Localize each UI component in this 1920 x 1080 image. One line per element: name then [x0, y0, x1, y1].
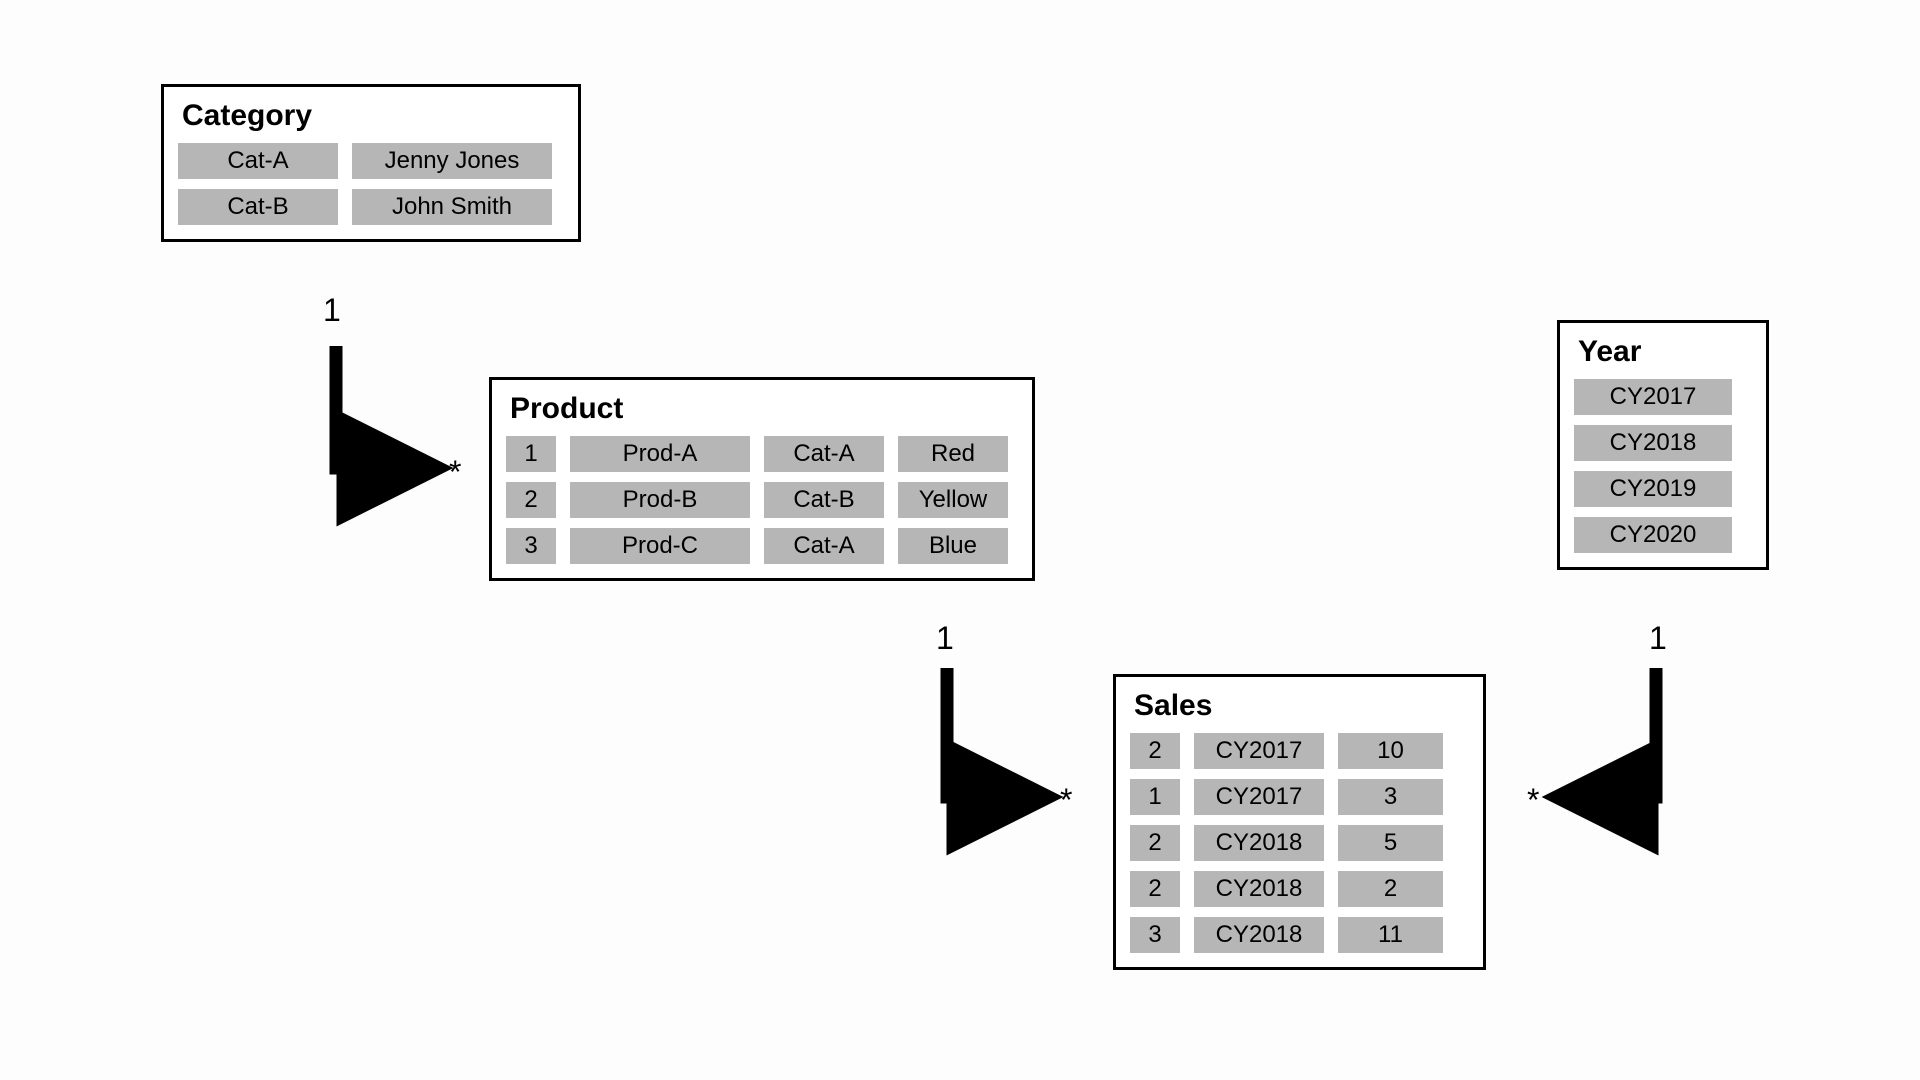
- diagram-canvas: Category Cat-A Jenny Jones Cat-B John Sm…: [0, 0, 1920, 1080]
- cell: CY2019: [1574, 471, 1732, 507]
- entity-title: Sales: [1134, 689, 1465, 723]
- cell: Cat-A: [178, 143, 338, 179]
- table-row: Cat-A Jenny Jones: [178, 143, 564, 179]
- table-row: CY2017: [1574, 379, 1752, 415]
- cell: CY2017: [1574, 379, 1732, 415]
- entity-title: Category: [182, 99, 560, 133]
- table-row: 2 Prod-B Cat-B Yellow: [506, 482, 1018, 518]
- cell: Red: [898, 436, 1008, 472]
- table-row: 3 CY2018 11: [1130, 917, 1469, 953]
- cell: 2: [506, 482, 556, 518]
- cell: Cat-B: [178, 189, 338, 225]
- cell: CY2018: [1194, 871, 1324, 907]
- cell: Cat-A: [764, 436, 884, 472]
- cell: 2: [1338, 871, 1443, 907]
- entity-sales: Sales 2 CY2017 10 1 CY2017 3 2 CY2018 5 …: [1113, 674, 1486, 970]
- table-row: CY2019: [1574, 471, 1752, 507]
- cell: CY2020: [1574, 517, 1732, 553]
- cell: Prod-C: [570, 528, 750, 564]
- cell: 1: [506, 436, 556, 472]
- entity-rows: Cat-A Jenny Jones Cat-B John Smith: [178, 143, 564, 225]
- cell: Cat-A: [764, 528, 884, 564]
- cell: 5: [1338, 825, 1443, 861]
- table-row: 2 CY2018 5: [1130, 825, 1469, 861]
- cell: 2: [1130, 825, 1180, 861]
- table-row: Cat-B John Smith: [178, 189, 564, 225]
- cell: 3: [1338, 779, 1443, 815]
- cell: CY2018: [1194, 825, 1324, 861]
- cell: CY2017: [1194, 779, 1324, 815]
- entity-product: Product 1 Prod-A Cat-A Red 2 Prod-B Cat-…: [489, 377, 1035, 581]
- entity-rows: 1 Prod-A Cat-A Red 2 Prod-B Cat-B Yellow…: [506, 436, 1018, 564]
- table-row: CY2020: [1574, 517, 1752, 553]
- cell: CY2017: [1194, 733, 1324, 769]
- cell: John Smith: [352, 189, 552, 225]
- table-row: 1 Prod-A Cat-A Red: [506, 436, 1018, 472]
- table-row: CY2018: [1574, 425, 1752, 461]
- entity-title: Product: [510, 392, 1014, 426]
- entity-rows: 2 CY2017 10 1 CY2017 3 2 CY2018 5 2 CY20…: [1130, 733, 1469, 953]
- cardinality-label: *: [449, 454, 461, 491]
- entity-title: Year: [1578, 335, 1748, 369]
- cell: CY2018: [1194, 917, 1324, 953]
- cell: 3: [506, 528, 556, 564]
- cardinality-label: *: [1527, 782, 1539, 819]
- cardinality-label: 1: [1649, 620, 1667, 657]
- entity-category: Category Cat-A Jenny Jones Cat-B John Sm…: [161, 84, 581, 242]
- cell: 2: [1130, 733, 1180, 769]
- table-row: 1 CY2017 3: [1130, 779, 1469, 815]
- cell: Blue: [898, 528, 1008, 564]
- cell: 2: [1130, 871, 1180, 907]
- cell: Yellow: [898, 482, 1008, 518]
- entity-year: Year CY2017 CY2018 CY2019 CY2020: [1557, 320, 1769, 570]
- cell: Cat-B: [764, 482, 884, 518]
- table-row: 3 Prod-C Cat-A Blue: [506, 528, 1018, 564]
- cardinality-label: *: [1060, 782, 1072, 819]
- cardinality-label: 1: [936, 620, 954, 657]
- entity-rows: CY2017 CY2018 CY2019 CY2020: [1574, 379, 1752, 553]
- cell: CY2018: [1574, 425, 1732, 461]
- cell: 11: [1338, 917, 1443, 953]
- cardinality-label: 1: [323, 292, 341, 329]
- cell: Jenny Jones: [352, 143, 552, 179]
- cell: 1: [1130, 779, 1180, 815]
- table-row: 2 CY2018 2: [1130, 871, 1469, 907]
- cell: 3: [1130, 917, 1180, 953]
- table-row: 2 CY2017 10: [1130, 733, 1469, 769]
- cell: Prod-B: [570, 482, 750, 518]
- cell: 10: [1338, 733, 1443, 769]
- cell: Prod-A: [570, 436, 750, 472]
